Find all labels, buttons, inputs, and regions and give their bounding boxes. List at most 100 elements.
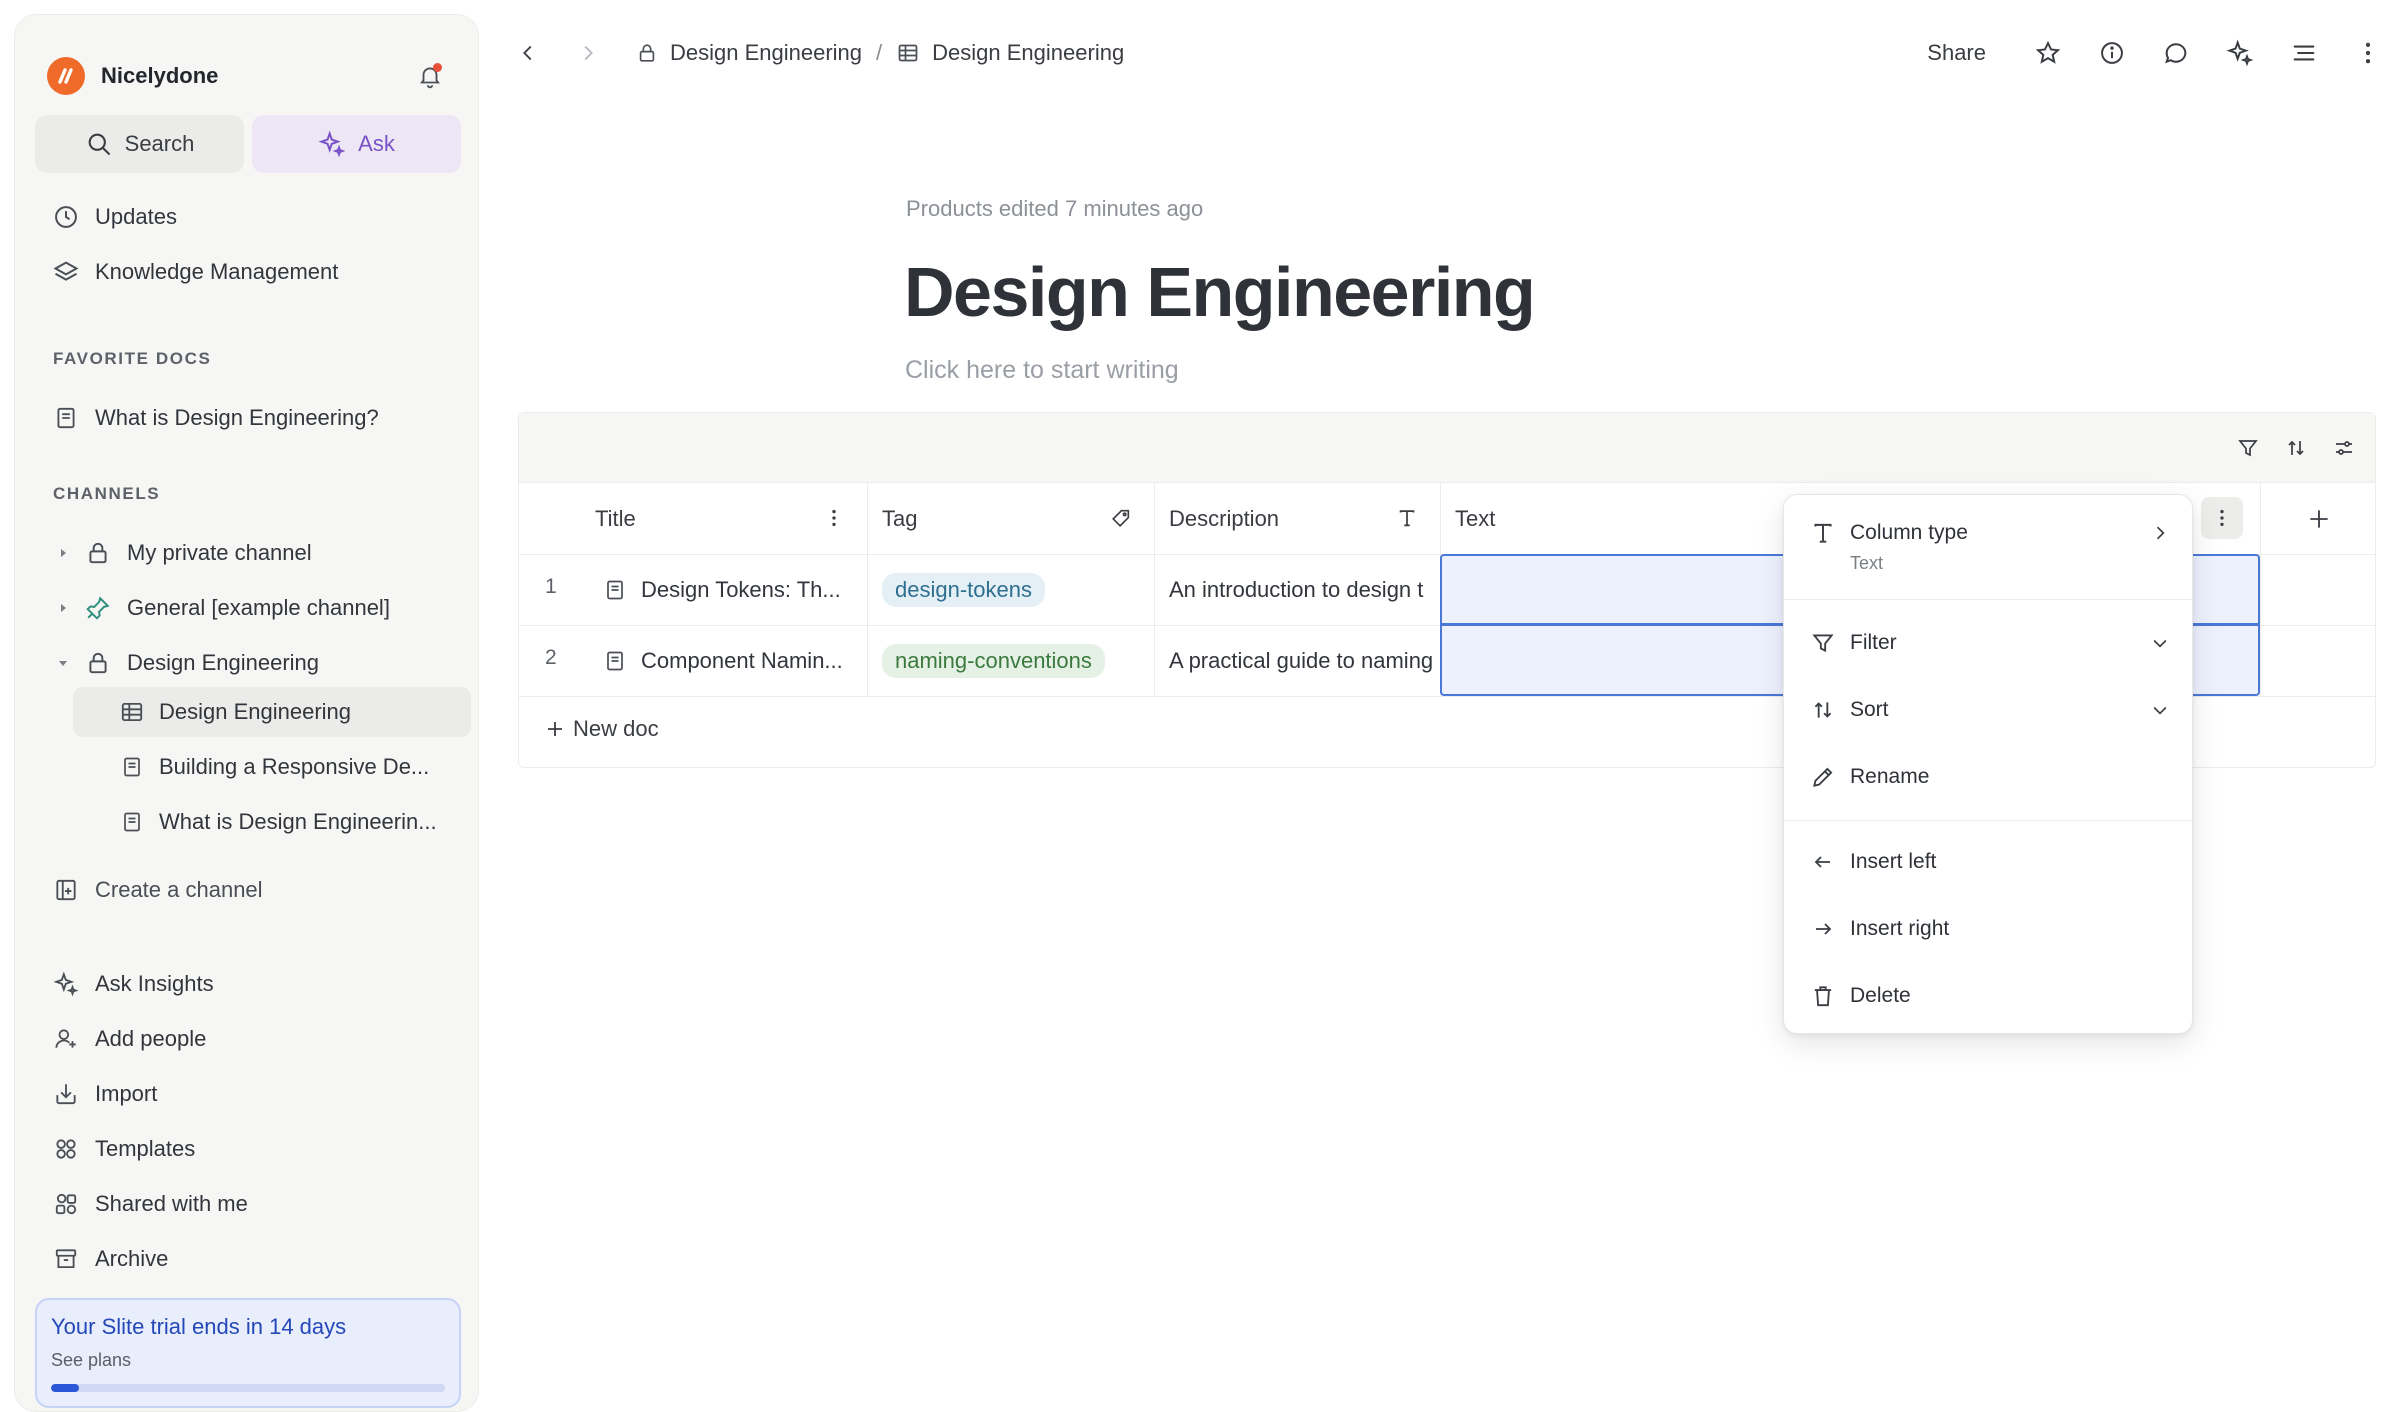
comments-button[interactable] (2144, 25, 2208, 81)
favorite-star-button[interactable] (2016, 25, 2080, 81)
table-cell-title[interactable]: Component Namin... (603, 625, 865, 696)
menu-label: Column type (1850, 521, 1968, 544)
trash-icon (1808, 981, 1838, 1011)
col-divider (867, 483, 868, 696)
create-channel-icon (51, 875, 81, 905)
more-options-button[interactable] (2336, 25, 2400, 81)
sparkle-icon (51, 969, 81, 999)
channel-design-engineering[interactable]: Design Engineering (51, 642, 319, 684)
filter-icon (1808, 628, 1838, 658)
menu-column-type[interactable]: Column type (1808, 513, 2172, 553)
nav-shared-with-me[interactable]: Shared with me (51, 1183, 248, 1225)
favorite-doc-item[interactable]: What is Design Engineering? (51, 397, 379, 439)
notification-dot (433, 63, 442, 72)
search-label: Search (124, 131, 195, 156)
info-icon (2098, 39, 2126, 67)
nav-templates[interactable]: Templates (51, 1128, 195, 1170)
workspace-logo (47, 57, 85, 95)
create-channel-label: Create a channel (95, 877, 263, 902)
caret-right-icon[interactable] (51, 602, 75, 614)
table-icon (117, 697, 147, 727)
nav-label: Archive (95, 1246, 169, 1271)
channel-child-design-engineering[interactable]: Design Engineering (73, 687, 471, 737)
lock-icon (83, 538, 113, 568)
create-channel-button[interactable]: Create a channel (51, 869, 263, 911)
column-header-tag[interactable]: Tag (882, 483, 1154, 554)
table-cell-description[interactable]: A practical guide to naming (1169, 625, 1440, 696)
menu-insert-right[interactable]: Insert right (1808, 909, 2172, 949)
breadcrumb-label: Design Engineering (670, 40, 863, 65)
nav-label: Ask Insights (95, 971, 214, 996)
outline-button[interactable] (2272, 25, 2336, 81)
trial-banner[interactable]: Your Slite trial ends in 14 days See pla… (35, 1298, 461, 1408)
column-menu-button[interactable] (2201, 497, 2243, 539)
sliders-icon (2332, 436, 2356, 460)
ai-assist-button[interactable] (2208, 25, 2272, 81)
menu-rename[interactable]: Rename (1808, 757, 2172, 797)
column-context-menu: Column type Text Filter Sort Rename Inse… (1783, 494, 2193, 1034)
filter-icon (2236, 436, 2260, 460)
shared-icon (51, 1189, 81, 1219)
ask-button[interactable]: Ask (252, 115, 461, 173)
menu-insert-left[interactable]: Insert left (1808, 842, 2172, 882)
channel-child-what-is-design-engineering[interactable]: What is Design Engineerin... (73, 797, 471, 847)
nav-import[interactable]: Import (51, 1073, 157, 1115)
nav-archive[interactable]: Archive (51, 1238, 168, 1280)
back-button[interactable] (500, 25, 556, 81)
row-title: Design Tokens: Th... (641, 576, 841, 602)
more-vertical-icon[interactable] (819, 503, 849, 533)
doc-body-placeholder[interactable]: Click here to start writing (905, 356, 1179, 385)
notifications-bell-icon[interactable] (412, 58, 448, 94)
share-button[interactable]: Share (1927, 40, 1986, 66)
menu-sort[interactable]: Sort (1808, 690, 2172, 730)
breadcrumb-doc[interactable]: Design Engineering (896, 40, 1124, 66)
forward-button[interactable] (560, 25, 616, 81)
channel-my-private[interactable]: My private channel (51, 532, 312, 574)
see-plans-link[interactable]: See plans (51, 1350, 131, 1371)
column-header-label: Title (595, 505, 636, 531)
menu-delete[interactable]: Delete (1808, 976, 2172, 1016)
nav-knowledge-management[interactable]: Knowledge Management (51, 251, 338, 293)
search-button[interactable]: Search (35, 115, 244, 173)
page-title[interactable]: Design Engineering (904, 252, 1536, 332)
top-bar: Design Engineering / Design Engineering … (500, 22, 2400, 84)
nav-label: Shared with me (95, 1191, 248, 1216)
search-icon (85, 130, 113, 158)
table-icon (896, 41, 920, 65)
outline-icon (2290, 39, 2318, 67)
pin-icon (83, 593, 113, 623)
workspace-header[interactable]: Nicelydone (47, 53, 448, 99)
sidebar: Nicelydone Search Ask Updates Knowledge … (14, 14, 479, 1412)
filter-button[interactable] (2229, 429, 2267, 467)
nav-add-people[interactable]: Add people (51, 1018, 206, 1060)
caret-down-icon[interactable] (51, 657, 75, 669)
row-title: Component Namin... (641, 647, 843, 673)
add-column-button[interactable] (2260, 483, 2377, 554)
nav-updates[interactable]: Updates (51, 196, 177, 238)
table-cell-tag[interactable]: design-tokens (882, 554, 1152, 625)
channel-general[interactable]: General [example channel] (51, 587, 390, 629)
menu-label: Filter (1850, 631, 1897, 654)
table-cell-description[interactable]: An introduction to design t (1169, 554, 1440, 625)
lock-icon (636, 42, 658, 64)
column-header-title[interactable]: Title (595, 483, 867, 554)
view-settings-button[interactable] (2325, 429, 2363, 467)
nav-label: Updates (95, 204, 177, 229)
sort-button[interactable] (2277, 429, 2315, 467)
new-doc-button[interactable]: New doc (543, 716, 659, 742)
breadcrumb-channel[interactable]: Design Engineering (636, 40, 862, 66)
nav-ask-insights[interactable]: Ask Insights (51, 963, 214, 1005)
caret-right-icon[interactable] (51, 547, 75, 559)
tag-badge: design-tokens (882, 572, 1045, 607)
channel-child-building-responsive[interactable]: Building a Responsive De... (73, 742, 471, 792)
column-header-description[interactable]: Description (1169, 483, 1440, 554)
nav-label: Import (95, 1081, 158, 1106)
row-number: 2 (545, 646, 557, 669)
channel-child-label: Building a Responsive De... (159, 754, 430, 779)
info-button[interactable] (2080, 25, 2144, 81)
sort-icon (2284, 436, 2308, 460)
table-cell-title[interactable]: Design Tokens: Th... (603, 554, 865, 625)
plus-icon (543, 717, 567, 741)
table-cell-tag[interactable]: naming-conventions (882, 625, 1152, 696)
menu-filter[interactable]: Filter (1808, 623, 2172, 663)
